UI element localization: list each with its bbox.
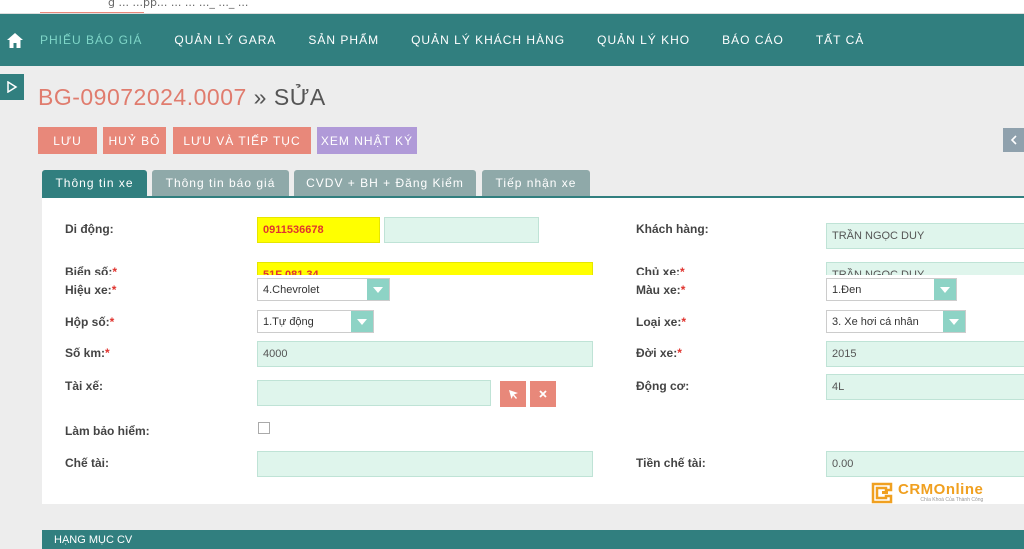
page-title: BG-09072024.0007 » SỬA [38, 84, 326, 111]
close-icon [539, 390, 547, 398]
gearbox-select[interactable]: 1.Tự động [257, 310, 374, 333]
nav-tat-ca[interactable]: TẤT CẢ [800, 33, 880, 47]
cursor-arrow-icon [508, 389, 518, 399]
owner-label: Chủ xe:* [636, 265, 685, 275]
nav-quan-ly-gara[interactable]: QUẢN LÝ GARA [158, 33, 292, 47]
plate-field[interactable]: 51F 081 34 [257, 262, 593, 275]
nav-san-pham[interactable]: SẢN PHẨM [292, 33, 395, 47]
chevron-down-icon[interactable] [351, 311, 373, 332]
crm-logo-icon [871, 482, 893, 504]
clear-driver-button[interactable] [530, 381, 556, 407]
tab-thong-tin-xe[interactable]: Thông tin xe [42, 170, 147, 196]
owner-field[interactable]: TRẦN NGỌC DUY [826, 262, 1024, 275]
engine-field[interactable]: 4L [826, 374, 1024, 400]
save-continue-button[interactable]: LƯU VÀ TIẾP TỤC [173, 127, 311, 154]
mobile-label: Di động: [65, 222, 114, 236]
tab-cvdv-bh-dang-kiem[interactable]: CVDV + BH + Đăng Kiểm [294, 170, 476, 196]
chevron-down-icon[interactable] [934, 279, 956, 300]
engine-label: Động cơ: [636, 379, 690, 393]
year-field[interactable]: 2015 [826, 341, 1024, 367]
chevron-down-icon[interactable] [367, 279, 389, 300]
insurance-label: Làm bảo hiểm: [65, 424, 150, 438]
color-label: Màu xe:* [636, 283, 686, 297]
logo-text: CRMOnline [898, 481, 984, 498]
color-select[interactable]: 1.Đen [826, 278, 957, 301]
driver-label: Tài xế: [65, 379, 104, 393]
home-icon[interactable] [0, 14, 30, 66]
plate-label: Biển số:* [65, 265, 118, 275]
overlapped-row: Biển số:* 51F 081 34 Chủ xe:* TRẦN NGỌC … [42, 262, 1024, 275]
edit-mode-label: » SỬA [253, 84, 326, 110]
section-hang-muc-cv: HẠNG MỤC CV [42, 530, 1024, 549]
crmonline-logo: CRMOnline Chìa Khoá Của Thành Công [870, 482, 983, 504]
car-type-select[interactable]: 3. Xe hơi cá nhân [826, 310, 966, 333]
play-arrow-icon [7, 81, 18, 93]
customer-field[interactable]: TRẦN NGỌC DUY [826, 223, 1024, 249]
top-navbar: PHIẾU BÁO GIÁ QUẢN LÝ GARA SẢN PHẨM QUẢN… [0, 14, 1024, 66]
km-label: Số km:* [65, 346, 110, 360]
cancel-button[interactable]: HUỶ BỎ [103, 127, 166, 154]
chevron-left-icon [1010, 135, 1017, 145]
mobile-secondary-field[interactable] [384, 217, 539, 243]
nav-bao-cao[interactable]: BÁO CÁO [706, 33, 800, 47]
mobile-field[interactable]: 0911536678 [257, 217, 380, 243]
brand-select[interactable]: 4.Chevrolet [257, 278, 390, 301]
view-log-button[interactable]: XEM NHẬT KÝ [317, 127, 417, 154]
browser-url[interactable]: g ... ...pp... ... ... ..._ ..._ ... [108, 0, 248, 9]
nav-phieu-bao-gia[interactable]: PHIẾU BÁO GIÁ [30, 33, 158, 47]
km-field[interactable]: 4000 [257, 341, 593, 367]
penalty-amount-label: Tiền chế tài: [636, 456, 706, 470]
penalty-field[interactable] [257, 451, 593, 477]
tab-thong-tin-bao-gia[interactable]: Thông tin báo giá [152, 170, 289, 196]
right-panel-toggle-button[interactable] [1003, 128, 1024, 152]
insurance-checkbox[interactable] [258, 422, 270, 434]
car-type-label: Loại xe:* [636, 315, 687, 329]
sidebar-toggle-button[interactable] [0, 74, 24, 100]
nav-quan-ly-kho[interactable]: QUẢN LÝ KHO [581, 33, 706, 47]
penalty-amount-field[interactable]: 0.00 [826, 451, 1024, 477]
chevron-down-icon[interactable] [943, 311, 965, 332]
gearbox-label: Hộp số:* [65, 315, 115, 329]
driver-field[interactable] [257, 380, 491, 406]
save-button[interactable]: LƯU [38, 127, 97, 154]
quote-code: BG-09072024.0007 [38, 84, 247, 110]
penalty-label: Chế tài: [65, 456, 110, 470]
year-label: Đời xe:* [636, 346, 682, 360]
nav-quan-ly-khach-hang[interactable]: QUẢN LÝ KHÁCH HÀNG [395, 33, 581, 47]
browser-address-strip: g ... ...pp... ... ... ..._ ..._ ... [0, 0, 1024, 14]
brand-label: Hiệu xe:* [65, 283, 117, 297]
gearbox-select-value: 1.Tự động [263, 315, 314, 328]
car-type-select-value: 3. Xe hơi cá nhân [832, 315, 919, 328]
tab-tiep-nhan-xe[interactable]: Tiếp nhận xe [482, 170, 590, 196]
color-select-value: 1.Đen [832, 283, 862, 296]
customer-label: Khách hàng: [636, 222, 709, 236]
brand-select-value: 4.Chevrolet [263, 283, 320, 296]
select-driver-button[interactable] [500, 381, 526, 407]
